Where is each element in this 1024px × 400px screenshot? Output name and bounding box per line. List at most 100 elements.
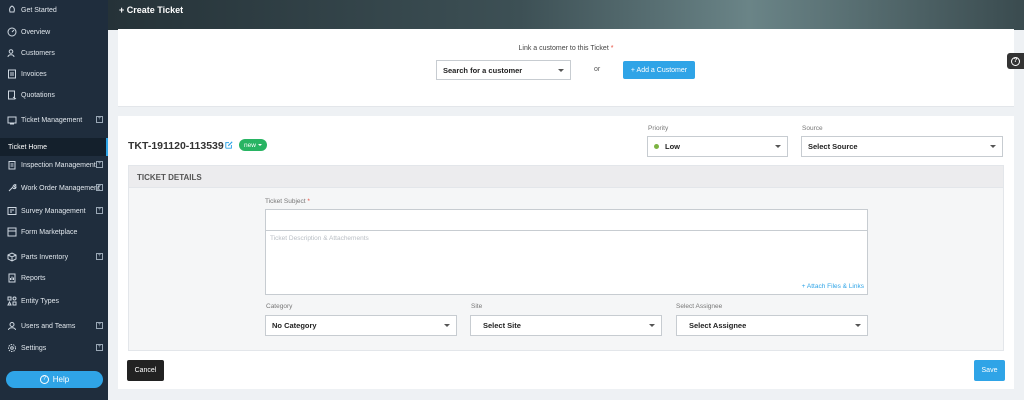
expand-icon[interactable]: +	[96, 116, 103, 123]
sidebar-item-label: Ticket Management	[21, 116, 83, 124]
status-badge[interactable]: new	[239, 139, 267, 151]
description-placeholder: Ticket Description & Attachements	[270, 235, 369, 242]
required-mark: *	[307, 198, 310, 205]
category-label: Category	[266, 303, 293, 310]
source-select[interactable]: Select Source	[801, 136, 1003, 157]
sidebar-item-form-marketplace[interactable]: Form Marketplace	[0, 222, 108, 242]
subject-label: Ticket Subject *	[265, 198, 310, 205]
customer-link-label: Link a customer to this Ticket *	[118, 45, 1014, 52]
sidebar-item-label: Customers	[21, 49, 55, 57]
ticket-details-panel: TICKET DETAILS Ticket Subject * Ticket D…	[128, 165, 1004, 351]
sidebar-item-reports[interactable]: Reports	[0, 268, 108, 288]
description-textarea[interactable]: Ticket Description & Attachements + Atta…	[265, 230, 868, 295]
sidebar-item-settings[interactable]: Settings +	[0, 338, 108, 358]
expand-icon[interactable]: +	[96, 207, 103, 214]
customer-link-card: Link a customer to this Ticket * Search …	[118, 29, 1014, 107]
sidebar-item-label: Work Order Management	[21, 184, 100, 192]
sidebar-item-inspection-management[interactable]: Inspection Management +	[0, 155, 108, 175]
invoice-icon	[6, 69, 17, 80]
customer-search-select[interactable]: Search for a customer	[436, 60, 571, 80]
category-select[interactable]: No Category	[265, 315, 457, 336]
ticket-id: TKT-191120-113539	[128, 140, 224, 152]
subject-label-text: Ticket Subject	[265, 198, 306, 205]
expand-icon[interactable]: +	[96, 184, 103, 191]
clipboard-icon	[6, 160, 17, 171]
sidebar-item-label: Ticket Home	[8, 143, 48, 151]
ticket-details-title: TICKET DETAILS	[137, 173, 202, 182]
caret-down-icon	[990, 145, 996, 148]
sidebar-item-label: Users and Teams	[21, 322, 76, 330]
expand-icon[interactable]: +	[96, 322, 103, 329]
customer-link-text: Link a customer to this Ticket	[518, 45, 609, 52]
sidebar: Get Started Overview Customers Invoices Quot…	[0, 0, 108, 400]
sidebar-item-entity-types[interactable]: Entity Types	[0, 291, 108, 311]
save-button[interactable]: Save	[974, 360, 1005, 381]
sidebar-item-ticket-home[interactable]: Ticket Home	[0, 138, 108, 156]
sidebar-item-survey-management[interactable]: Survey Management +	[0, 201, 108, 221]
assignee-value: Select Assignee	[689, 321, 747, 330]
sidebar-item-parts-inventory[interactable]: Parts Inventory +	[0, 247, 108, 267]
form-icon	[6, 227, 17, 238]
page-header: + Create Ticket	[108, 0, 1024, 30]
sidebar-item-label: Quotations	[21, 91, 55, 99]
ticket-details-header: TICKET DETAILS	[129, 166, 1003, 188]
sidebar-item-work-order-management[interactable]: Work Order Management +	[0, 178, 108, 198]
caret-down-icon	[775, 145, 781, 148]
sidebar-item-label: Form Marketplace	[21, 228, 78, 236]
sidebar-item-customers[interactable]: Customers	[0, 43, 108, 63]
assignee-select[interactable]: Select Assignee	[676, 315, 868, 336]
sidebar-item-label: Settings	[21, 344, 47, 352]
caret-down-icon	[855, 324, 861, 327]
subject-input[interactable]	[265, 209, 868, 231]
survey-icon	[6, 206, 17, 217]
shapes-icon	[6, 296, 17, 307]
sidebar-item-label: Survey Management	[21, 207, 86, 215]
sidebar-item-label: Entity Types	[21, 297, 60, 305]
help-button[interactable]: ? Help	[6, 371, 103, 388]
question-icon: ?	[1011, 56, 1020, 66]
site-select[interactable]: Select Site	[470, 315, 662, 336]
sidebar-item-ticket-management[interactable]: Ticket Management +	[0, 110, 108, 130]
priority-value: Low	[665, 142, 680, 151]
sidebar-item-quotations[interactable]: Quotations	[0, 85, 108, 105]
sidebar-item-label: Overview	[21, 28, 51, 36]
ticket-icon	[6, 115, 17, 126]
status-badge-label: new	[244, 141, 256, 149]
dashboard-icon	[6, 27, 17, 38]
rocket-icon	[6, 5, 17, 16]
source-value: Select Source	[808, 142, 858, 151]
expand-icon[interactable]: +	[96, 344, 103, 351]
box-icon	[6, 252, 17, 263]
sidebar-item-label: Get Started	[21, 6, 57, 14]
sidebar-item-users-and-teams[interactable]: Users and Teams +	[0, 316, 108, 336]
caret-down-icon	[558, 69, 564, 72]
add-customer-button[interactable]: + Add a Customer	[623, 61, 695, 79]
sidebar-item-label: Inspection Management	[21, 161, 96, 169]
help-tab[interactable]: ?	[1007, 53, 1024, 69]
caret-down-icon	[649, 324, 655, 327]
expand-icon[interactable]: +	[96, 253, 103, 260]
site-label: Site	[471, 303, 483, 310]
caret-down-icon	[444, 324, 450, 327]
sidebar-item-label: Parts Inventory	[21, 253, 69, 261]
gear-icon	[6, 343, 17, 354]
assignee-label: Select Assignee	[676, 303, 723, 310]
priority-label: Priority	[648, 125, 669, 132]
category-value: No Category	[272, 321, 317, 330]
user-icon	[6, 321, 17, 332]
priority-dot-icon	[654, 144, 659, 149]
attach-files-link[interactable]: + Attach Files & Links	[802, 283, 864, 290]
cancel-button[interactable]: Cancel	[127, 360, 164, 381]
quote-icon	[6, 90, 17, 101]
sidebar-item-overview[interactable]: Overview	[0, 22, 108, 42]
edit-icon[interactable]	[225, 141, 233, 149]
help-button-label: Help	[52, 375, 70, 384]
report-icon	[6, 273, 17, 284]
sidebar-item-label: Invoices	[21, 70, 47, 78]
expand-icon[interactable]: +	[96, 161, 103, 168]
priority-select[interactable]: Low	[647, 136, 788, 157]
required-mark: *	[610, 45, 614, 52]
sidebar-item-invoices[interactable]: Invoices	[0, 64, 108, 84]
caret-down-icon	[257, 144, 262, 146]
sidebar-item-get-started[interactable]: Get Started	[0, 0, 108, 20]
